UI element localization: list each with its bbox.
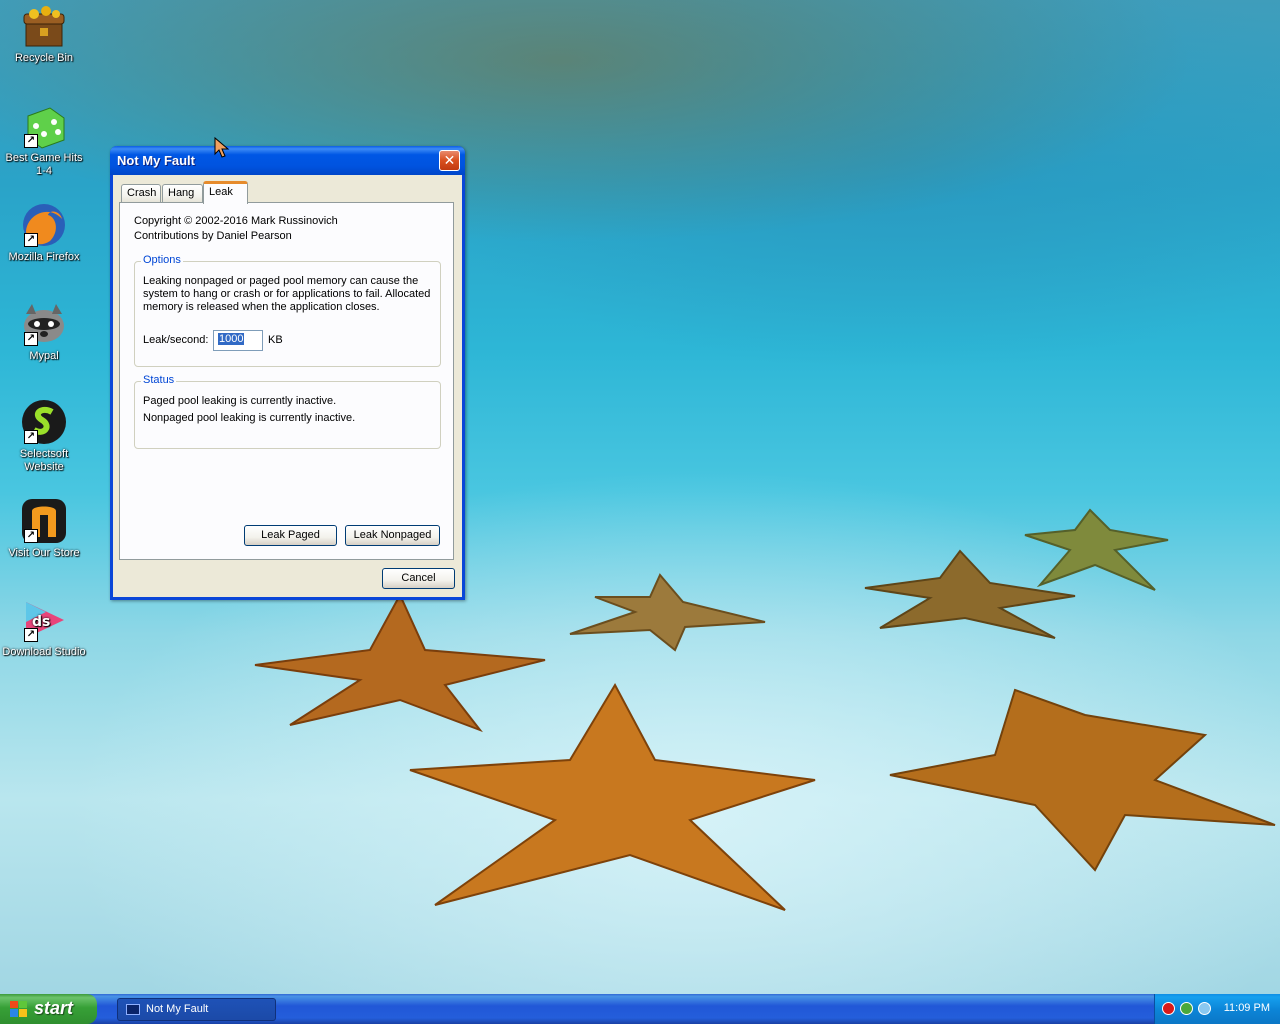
desktop-icon-selectsoft[interactable]: ↗ Selectsoft Website (0, 398, 88, 474)
leak-unit-label: KB (268, 334, 283, 346)
tab-crash[interactable]: Crash (121, 184, 161, 203)
options-description-line: Leaking nonpaged or paged pool memory ca… (143, 275, 419, 287)
system-tray: 11:09 PM (1154, 994, 1280, 1024)
network-icon[interactable] (1180, 1002, 1193, 1015)
paged-status-text: Paged pool leaking is currently inactive… (143, 395, 337, 407)
leak-per-second-label: Leak/second: (143, 334, 209, 346)
security-shield-icon[interactable] (1162, 1002, 1175, 1015)
tab-leak[interactable]: Leak (203, 181, 248, 204)
leak-nonpaged-button[interactable]: Leak Nonpaged (345, 525, 440, 546)
desktop-icon-recycle-bin[interactable]: Recycle Bin (0, 2, 88, 65)
shortcut-arrow-icon: ↗ (24, 332, 38, 346)
nonpaged-status-text: Nonpaged pool leaking is currently inact… (143, 412, 356, 424)
start-label: start (34, 998, 74, 1018)
store-icon: ↗ (20, 497, 68, 545)
wallpaper-starfish (405, 680, 820, 920)
shortcut-arrow-icon: ↗ (24, 430, 38, 444)
options-description-line: memory is released when the application … (143, 301, 380, 313)
mypal-raccoon-icon: ↗ (20, 300, 68, 348)
contributions-text: Contributions by Daniel Pearson (134, 230, 292, 242)
wallpaper-starfish (885, 685, 1280, 875)
leak-paged-button[interactable]: Leak Paged (244, 525, 337, 546)
desktop-icon-label: Download Studio (2, 646, 86, 658)
start-button[interactable]: start (0, 994, 97, 1024)
shortcut-arrow-icon: ↗ (24, 233, 38, 247)
leak-per-second-value: 1000 (218, 333, 245, 345)
desktop-icon-download-studio[interactable]: ds ↗ Download Studio (0, 596, 88, 659)
window-client: Crash Hang Leak Copyright © 2002-2016 Ma… (113, 175, 462, 597)
game-dice-icon: ↗ (20, 102, 68, 150)
desktop-icon-label: Mypal (29, 350, 59, 362)
selectsoft-icon: ↗ (20, 398, 68, 446)
wallpaper-starfish (565, 572, 770, 652)
leak-tab-panel: Copyright © 2002-2016 Mark Russinovich C… (119, 202, 454, 560)
firefox-icon: ↗ (20, 201, 68, 249)
tab-hang[interactable]: Hang (162, 184, 203, 203)
copyright-text: Copyright © 2002-2016 Mark Russinovich (134, 215, 338, 227)
desktop-icon-label: Best Game Hits 1-4 (5, 152, 83, 177)
options-legend: Options (141, 254, 183, 266)
desktop-icon-mypal[interactable]: ↗ Mypal (0, 300, 88, 363)
window-titlebar[interactable]: Not My Fault ✕ (110, 146, 465, 175)
taskbar-item-label: Not My Fault (146, 1003, 209, 1015)
windows-flag-icon (10, 1001, 27, 1017)
desktop-icon-visit-our-store[interactable]: ↗ Visit Our Store (0, 497, 88, 560)
shortcut-arrow-icon: ↗ (24, 628, 38, 642)
options-description-line: system to hang or crash or for applicati… (143, 288, 431, 300)
shortcut-arrow-icon: ↗ (24, 529, 38, 543)
desktop-icon-label: Recycle Bin (14, 52, 74, 64)
download-studio-icon: ds ↗ (20, 596, 68, 644)
shortcut-arrow-icon: ↗ (24, 134, 38, 148)
volume-icon[interactable] (1198, 1002, 1211, 1015)
app-window-icon (126, 1004, 140, 1015)
options-groupbox: Options Leaking nonpaged or paged pool m… (134, 254, 441, 367)
window-title: Not My Fault (117, 153, 195, 168)
leak-per-second-input[interactable]: 1000 (213, 330, 263, 351)
mouse-cursor-icon (213, 136, 233, 163)
desktop-icon-label: Visit Our Store (8, 547, 80, 559)
wallpaper-starfish (1020, 505, 1170, 600)
not-my-fault-window[interactable]: Not My Fault ✕ Crash Hang Leak Copyright… (110, 146, 465, 600)
cancel-button[interactable]: Cancel (382, 568, 455, 589)
status-legend: Status (141, 374, 177, 386)
taskbar-item-not-my-fault[interactable]: Not My Fault (117, 998, 276, 1021)
desktop-icon-label: Selectsoft Website (19, 448, 69, 473)
desktop-icon-firefox[interactable]: ↗ Mozilla Firefox (0, 201, 88, 264)
status-groupbox: Status Paged pool leaking is currently i… (134, 374, 441, 449)
desktop-icon-best-game-hits[interactable]: ↗ Best Game Hits 1-4 (0, 102, 88, 178)
recycle-bin-icon (20, 2, 68, 50)
close-button[interactable]: ✕ (439, 150, 460, 171)
taskbar-clock[interactable]: 11:09 PM (1224, 1002, 1270, 1014)
taskbar: start Not My Fault 11:09 PM (0, 994, 1280, 1024)
close-icon: ✕ (443, 152, 456, 168)
desktop-icon-label: Mozilla Firefox (8, 251, 80, 263)
